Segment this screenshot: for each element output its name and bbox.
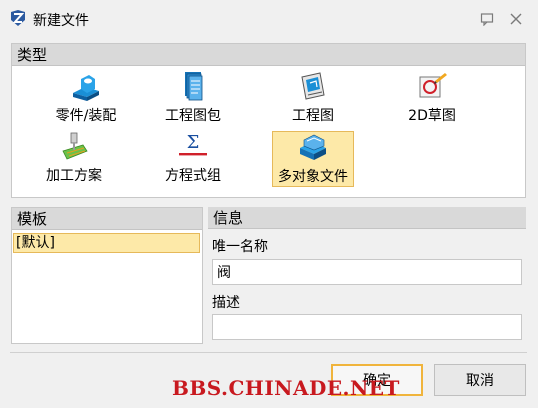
drawing-icon (301, 72, 325, 100)
close-icon (510, 13, 522, 25)
template-panel: 模板 [默认] (11, 207, 203, 344)
drawing-pack-icon (185, 72, 203, 101)
part-assembly-icon (73, 75, 99, 101)
ok-button[interactable]: 确定 (331, 364, 423, 396)
svg-text:Σ: Σ (187, 132, 200, 153)
zw3d-logo-icon (11, 10, 25, 26)
info-header: 信息 (208, 207, 526, 229)
equation-set-icon: Σ (179, 132, 207, 156)
type-label: 方程式组 (165, 168, 221, 184)
type-label: 加工方案 (46, 168, 102, 184)
type-panel: 类型 零件/装配 工程图包 工程图 2D草图 加工方案 Σ 方程式组 多对象文件 (11, 43, 526, 198)
title-bar: 新建文件 (0, 0, 538, 38)
cancel-button[interactable]: 取消 (434, 364, 526, 396)
sketch-2d-icon (419, 73, 447, 98)
type-item-sketch-2d[interactable]: 2D草图 (391, 71, 473, 127)
multi-object-file-icon (300, 134, 326, 160)
separator (10, 352, 527, 353)
type-item-equation-set[interactable]: Σ 方程式组 (152, 131, 234, 187)
unique-name-field[interactable] (212, 259, 522, 285)
type-label: 多对象文件 (278, 169, 348, 185)
type-item-drawing-pack[interactable]: 工程图包 (152, 71, 234, 127)
type-item-multi-object-file[interactable]: 多对象文件 (272, 131, 354, 187)
type-header: 类型 (12, 44, 525, 66)
type-label: 工程图包 (165, 108, 221, 124)
template-header: 模板 (12, 208, 202, 230)
close-button[interactable] (505, 8, 527, 30)
window-title: 新建文件 (33, 13, 89, 29)
help-button[interactable] (476, 8, 498, 30)
type-label: 工程图 (292, 108, 334, 124)
description-label: 描述 (212, 295, 240, 311)
type-item-drawing[interactable]: 工程图 (272, 71, 354, 127)
type-label: 零件/装配 (55, 108, 117, 124)
cam-plan-icon (62, 132, 88, 160)
comment-icon (480, 13, 494, 26)
description-field[interactable] (212, 314, 522, 340)
info-panel: 信息 唯一名称 描述 (208, 207, 526, 344)
template-item-default[interactable]: [默认] (13, 233, 200, 253)
type-item-part-assembly[interactable]: 零件/装配 (45, 71, 127, 127)
unique-name-label: 唯一名称 (212, 239, 268, 255)
type-label: 2D草图 (408, 108, 456, 124)
type-item-cam-plan[interactable]: 加工方案 (33, 131, 115, 187)
